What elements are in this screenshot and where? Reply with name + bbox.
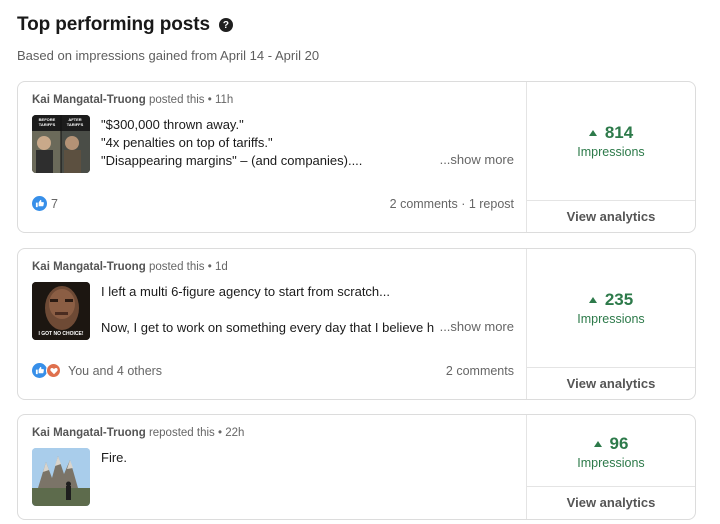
- engagement-summary[interactable]: 2 comments · 1 repost: [390, 197, 514, 211]
- impressions-metric: 96 Impressions: [527, 434, 695, 470]
- page-subtitle: Based on impressions gained from April 1…: [17, 48, 320, 63]
- post-author-line: Kai Mangatal-Truong reposted this • 22h: [32, 427, 245, 439]
- post-author-line: Kai Mangatal-Truong posted this • 1d: [32, 261, 228, 273]
- view-analytics-button[interactable]: View analytics: [527, 200, 695, 232]
- page-header: Top performing posts ? Based on impressi…: [17, 14, 319, 63]
- post-stats: 235 Impressions View analytics: [527, 249, 695, 399]
- impressions-label: Impressions: [577, 312, 645, 326]
- post-thumbnail[interactable]: BEFORE TARIFFS AFTER TARIFFS: [32, 115, 90, 173]
- post-content[interactable]: Kai Mangatal-Truong reposted this • 22h …: [18, 415, 527, 519]
- author-name[interactable]: Kai Mangatal-Truong: [32, 94, 146, 106]
- impressions-count: 814: [604, 123, 634, 142]
- post-thumbnail[interactable]: I GOT NO CHOICE!: [32, 282, 90, 340]
- post-thumbnail[interactable]: [32, 448, 90, 506]
- thumb-label-after: AFTER TARIFFS: [66, 117, 84, 127]
- like-reaction-icon: [32, 363, 47, 378]
- post-content[interactable]: Kai Mangatal-Truong posted this • 1d I G…: [18, 249, 527, 399]
- post-text-line: "4x penalties on top of tariffs.": [101, 135, 273, 150]
- reactions-summary[interactable]: 7: [32, 196, 58, 211]
- post-action: posted this: [148, 94, 205, 106]
- page-title: Top performing posts: [17, 14, 210, 35]
- reactions-count: 7: [51, 196, 58, 211]
- post-text-line: Fire.: [101, 450, 127, 465]
- post-card: Kai Mangatal-Truong reposted this • 22h …: [17, 414, 696, 520]
- post-card: Kai Mangatal-Truong posted this • 11h BE…: [17, 81, 696, 233]
- author-name[interactable]: Kai Mangatal-Truong: [32, 427, 146, 439]
- like-reaction-icon: [32, 196, 47, 211]
- author-name[interactable]: Kai Mangatal-Truong: [32, 261, 146, 273]
- post-stats: 96 Impressions View analytics: [527, 415, 695, 519]
- help-icon[interactable]: ?: [218, 18, 233, 32]
- post-time: 1d: [214, 261, 228, 273]
- impressions-metric: 814 Impressions: [527, 123, 695, 159]
- impressions-metric: 235 Impressions: [527, 290, 695, 326]
- post-action: reposted this: [148, 427, 215, 439]
- post-text: Fire.: [101, 449, 516, 467]
- impressions-label: Impressions: [577, 145, 645, 159]
- triangle-up-icon: [588, 130, 597, 136]
- post-text-line: I left a multi 6-figure agency to start …: [101, 284, 390, 299]
- thumb-caption: I GOT NO CHOICE!: [38, 331, 84, 337]
- post-action: posted this: [148, 261, 205, 273]
- post-text-line: [101, 301, 516, 317]
- post-text-line: "$300,000 thrown away.": [101, 117, 244, 132]
- view-analytics-button[interactable]: View analytics: [527, 486, 695, 519]
- post-time: 22h: [225, 427, 245, 439]
- post-time: 11h: [214, 94, 234, 106]
- impressions-label: Impressions: [577, 456, 645, 470]
- triangle-up-icon: [593, 441, 602, 447]
- show-more-link[interactable]: ...show more: [435, 152, 514, 167]
- post-content[interactable]: Kai Mangatal-Truong posted this • 11h BE…: [18, 82, 527, 232]
- engagement-summary[interactable]: 2 comments: [446, 364, 514, 378]
- impressions-count: 235: [604, 290, 634, 309]
- show-more-link[interactable]: ...show more: [435, 319, 514, 334]
- view-analytics-button[interactable]: View analytics: [527, 367, 695, 399]
- post-card: Kai Mangatal-Truong posted this • 1d I G…: [17, 248, 696, 400]
- post-author-line: Kai Mangatal-Truong posted this • 11h: [32, 94, 234, 106]
- thumb-label-before: BEFORE TARIFFS: [38, 117, 56, 127]
- post-stats: 814 Impressions View analytics: [527, 82, 695, 232]
- triangle-up-icon: [588, 297, 597, 303]
- reactions-count: You and 4 others: [68, 363, 163, 378]
- reactions-summary[interactable]: You and 4 others: [32, 363, 162, 378]
- impressions-count: 96: [609, 434, 629, 453]
- heart-reaction-icon: [46, 363, 61, 378]
